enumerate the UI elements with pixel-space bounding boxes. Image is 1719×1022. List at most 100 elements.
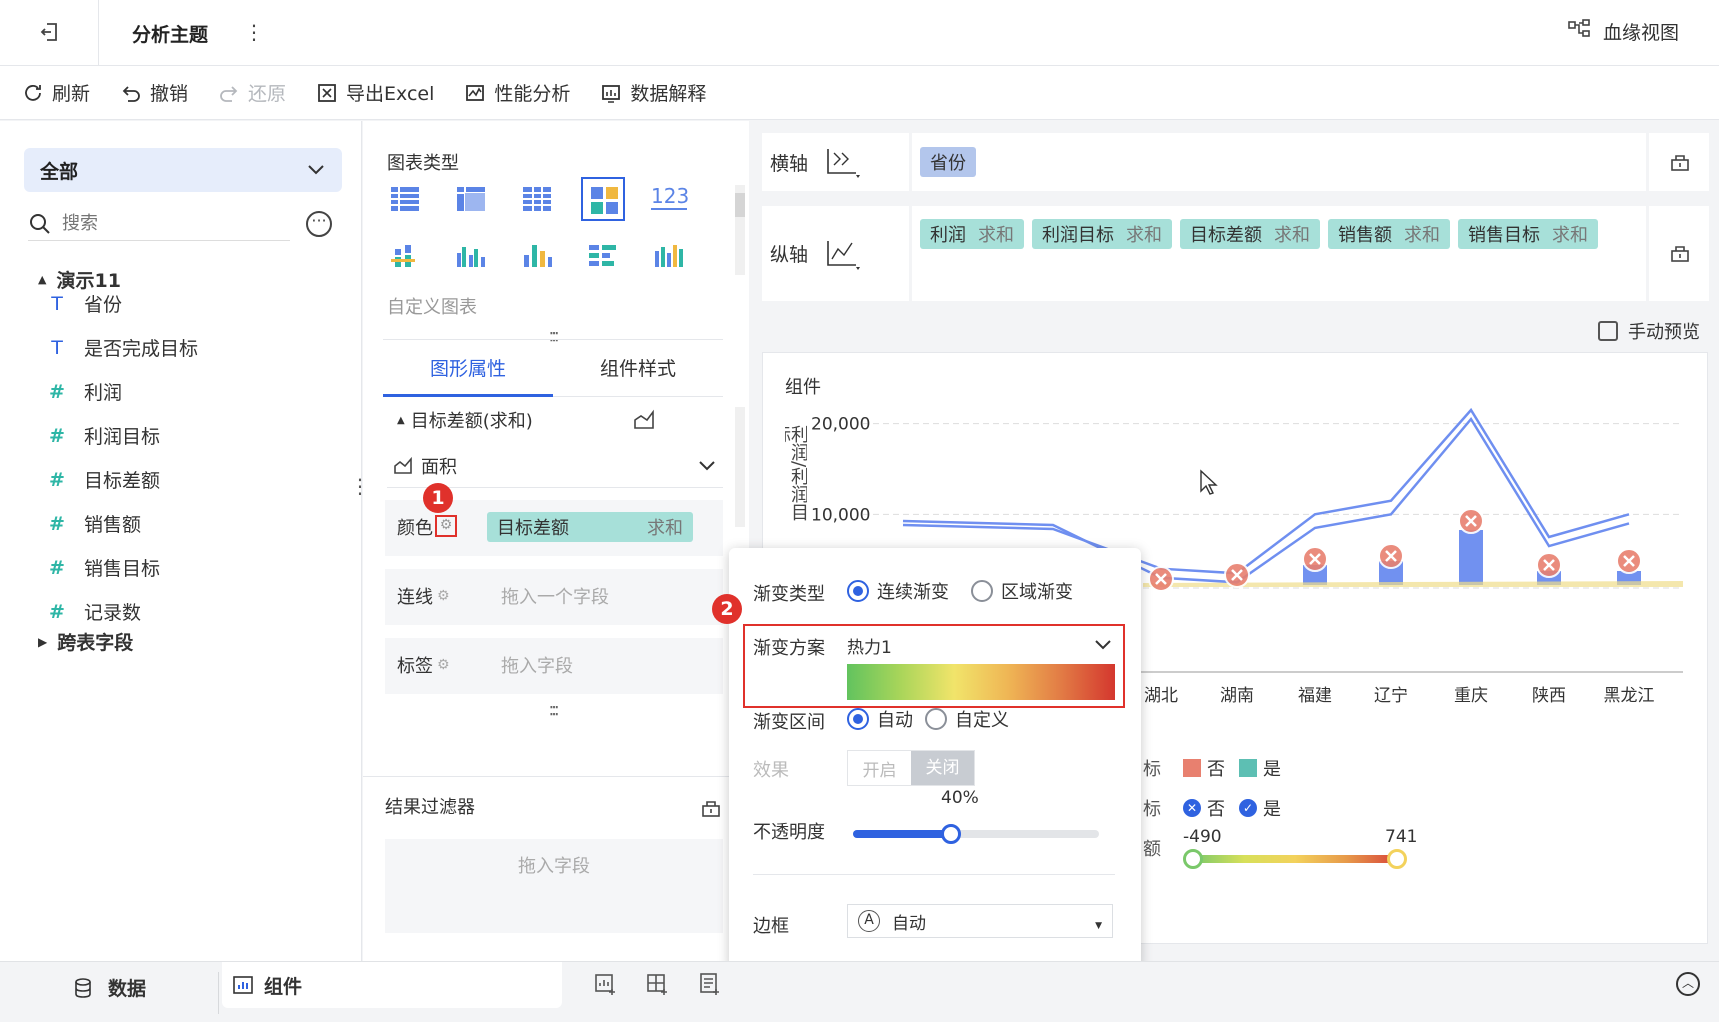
field-item[interactable]: # 利润目标 <box>48 422 160 449</box>
undo-button[interactable]: 撤销 <box>120 79 188 106</box>
measure-node[interactable]: ▲ 目标差额(求和) <box>397 407 533 433</box>
column-chart-icon[interactable] <box>515 235 559 279</box>
lock-icon[interactable] <box>700 797 722 819</box>
field-item[interactable]: # 目标差额 <box>48 466 160 493</box>
grid-chart-icon[interactable] <box>581 177 625 221</box>
scope-value: 全部 <box>40 160 79 183</box>
collapse-up-icon[interactable]: ︿ <box>1676 972 1700 996</box>
stacked-bar-icon[interactable] <box>383 235 427 279</box>
tab-component[interactable]: 组件 <box>222 962 562 1008</box>
radio-regional[interactable]: 区域渐变 <box>971 578 1073 604</box>
field-item[interactable]: # 销售额 <box>48 510 141 537</box>
area-chart-icon[interactable] <box>633 409 655 431</box>
manual-preview-checkbox[interactable]: 手动预览 <box>1598 318 1700 344</box>
y-axis-pill[interactable]: 销售目标 求和 <box>1458 219 1598 249</box>
scheme-select[interactable]: 热力1 <box>847 630 1113 660</box>
exit-icon[interactable] <box>38 20 62 44</box>
refresh-label: 刷新 <box>52 83 91 105</box>
export-excel-button[interactable]: 导出Excel <box>316 79 434 106</box>
add-layout-icon[interactable] <box>646 972 670 996</box>
scrollbar-track[interactable] <box>735 407 745 527</box>
y-pill-agg: 求和 <box>1126 225 1162 246</box>
color-pill-name: 目标差额 <box>497 518 569 539</box>
tab-component-style[interactable]: 组件样式 <box>553 351 723 397</box>
legend-label: 标 <box>1143 759 1161 780</box>
add-component-icon[interactable] <box>594 972 618 996</box>
table-chart-icon[interactable] <box>383 177 427 221</box>
axis-sort-icon[interactable] <box>824 237 862 271</box>
detail-table-icon[interactable] <box>515 177 559 221</box>
legend-yes-marker[interactable]: ✓ 是 <box>1239 795 1281 821</box>
shape-select[interactable]: 面积 <box>387 444 723 488</box>
legend-no-marker[interactable]: ✕ 否 <box>1183 795 1225 821</box>
legend-no[interactable]: 否 <box>1183 755 1225 781</box>
color-settings-icon[interactable]: ⚙ <box>435 515 457 537</box>
gear-icon[interactable]: ⚙ <box>437 588 450 604</box>
y-axis-pill[interactable]: 目标差额 求和 <box>1180 219 1320 249</box>
range-max-label: 741 <box>1385 827 1418 847</box>
opacity-slider-thumb[interactable] <box>941 824 962 844</box>
field-item[interactable]: # 利润 <box>48 378 122 405</box>
line-drop-zone[interactable]: 拖入一个字段 <box>501 583 609 609</box>
effect-on[interactable]: 开启 <box>848 756 911 781</box>
dataset-node[interactable]: ▲ 演示11 <box>38 266 121 293</box>
lock-icon[interactable] <box>1669 151 1691 173</box>
number-chart-icon[interactable]: 123 <box>647 177 691 221</box>
y-pill-name: 销售目标 <box>1468 225 1540 246</box>
field-item[interactable]: # 记录数 <box>48 598 141 625</box>
search-input[interactable] <box>62 213 262 234</box>
range-handle-min[interactable] <box>1183 849 1203 869</box>
field-item[interactable]: T 省份 <box>48 290 122 317</box>
y-axis-pill[interactable]: 销售额 求和 <box>1328 219 1450 249</box>
opacity-slider-fill <box>853 830 952 838</box>
scope-select[interactable]: 全部 <box>24 148 342 192</box>
vertical-dots-icon[interactable]: ⋮ <box>244 20 264 44</box>
drag-handle-icon[interactable]: ∶∶∶ <box>549 327 559 348</box>
color-field-pill[interactable]: 目标差额 求和 <box>487 512 693 542</box>
axis-sort-icon[interactable] <box>824 145 862 179</box>
radio-auto[interactable]: 自动 <box>847 706 913 732</box>
performance-analysis-button[interactable]: 性能分析 <box>464 79 570 106</box>
filter-drop-zone[interactable]: 拖入字段 <box>385 839 723 933</box>
lineage-view-button[interactable]: 血缘视图 <box>1567 18 1679 45</box>
tab-data[interactable]: 数据 <box>72 974 146 1001</box>
chart-type-title: 图表类型 <box>387 153 459 174</box>
add-table-icon[interactable] <box>698 972 722 996</box>
search-box[interactable] <box>28 207 290 241</box>
opacity-slider-track[interactable] <box>853 830 1099 838</box>
redo-button[interactable]: 还原 <box>218 79 286 106</box>
gear-icon[interactable]: ⚙ <box>437 657 450 673</box>
cross-table-label: 跨表字段 <box>57 632 134 654</box>
y-axis-pill[interactable]: 利润 求和 <box>920 219 1024 249</box>
effect-toggle[interactable]: 开启 关闭 <box>847 750 975 786</box>
legend-yes-label: 是 <box>1263 799 1281 820</box>
lock-icon[interactable] <box>1669 242 1691 264</box>
drag-handle-icon[interactable]: ∶∶∶ <box>549 701 559 722</box>
excel-icon <box>318 83 336 102</box>
refresh-button[interactable]: 刷新 <box>22 79 90 106</box>
radio-custom[interactable]: 自定义 <box>925 706 1009 732</box>
label-drop-zone[interactable]: 拖入字段 <box>501 652 573 678</box>
field-item[interactable]: # 销售目标 <box>48 554 160 581</box>
more-options-icon[interactable]: ··· <box>306 211 332 237</box>
x-tick-label: 湖南 <box>1220 686 1254 706</box>
grouped-bar-icon[interactable] <box>449 235 493 279</box>
effect-off[interactable]: 关闭 <box>911 751 974 785</box>
x-axis-pill[interactable]: 省份 <box>920 147 976 177</box>
multi-bar-icon[interactable] <box>647 235 691 279</box>
bar-list-icon[interactable] <box>581 235 625 279</box>
y-axis-pill[interactable]: 利润目标 求和 <box>1032 219 1172 249</box>
chart-type-scrollbar[interactable] <box>735 185 745 275</box>
step-badge: 2 <box>712 594 742 624</box>
legend-yes[interactable]: 是 <box>1239 755 1281 781</box>
radio-icon <box>971 580 993 602</box>
radio-continuous[interactable]: 连续渐变 <box>847 578 949 604</box>
x-tick-label: 湖北 <box>1144 686 1178 706</box>
border-select[interactable]: A 自动 ▼ <box>847 904 1113 938</box>
cross-table-node[interactable]: ▶ 跨表字段 <box>38 628 133 655</box>
cross-table-icon[interactable] <box>449 177 493 221</box>
range-handle-max[interactable] <box>1387 849 1407 869</box>
tab-graph-properties[interactable]: 图形属性 <box>383 351 553 397</box>
data-explain-button[interactable]: 数据解释 <box>600 79 706 106</box>
field-item[interactable]: T 是否完成目标 <box>48 334 198 361</box>
